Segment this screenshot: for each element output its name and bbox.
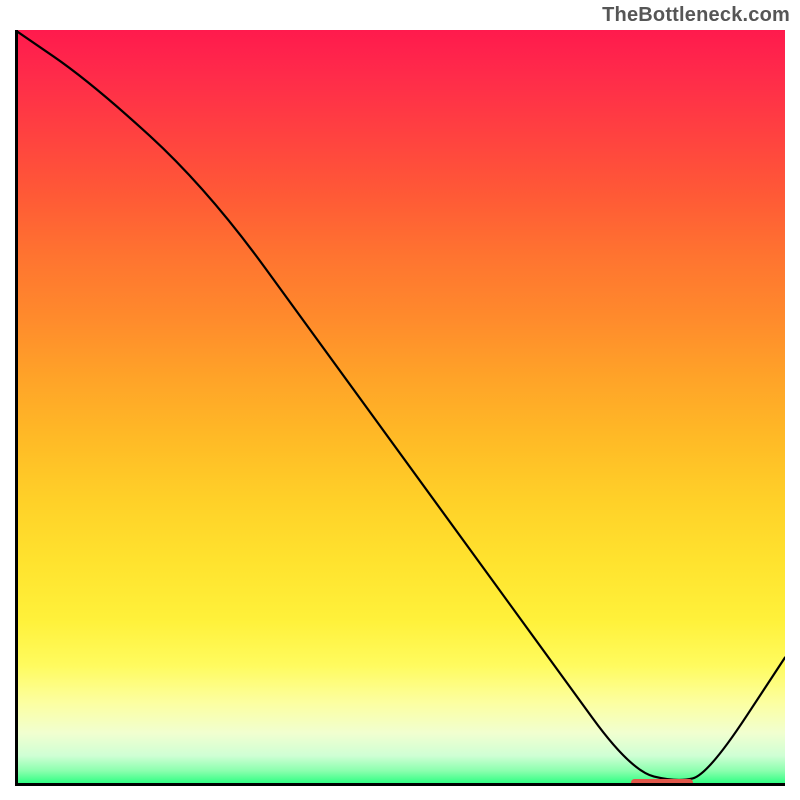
watermark-text: TheBottleneck.com bbox=[602, 4, 790, 27]
bottleneck-curve bbox=[15, 30, 785, 786]
chart-root: TheBottleneck.com bbox=[0, 0, 800, 800]
optimal-region-marker bbox=[631, 779, 693, 786]
plot-container bbox=[15, 30, 785, 786]
plot-area bbox=[15, 30, 785, 786]
